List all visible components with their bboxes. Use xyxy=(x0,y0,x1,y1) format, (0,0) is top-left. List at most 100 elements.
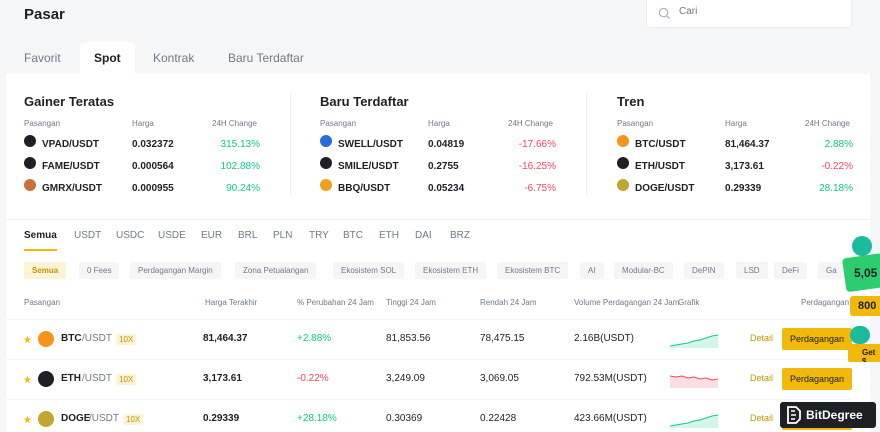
category-chip[interactable]: Ekosistem SOL xyxy=(333,262,405,279)
header-last-price[interactable]: Harga Terakhir xyxy=(205,298,257,307)
category-chip[interactable]: Zona Petualangan xyxy=(235,262,317,279)
low-price: 3,069.05 xyxy=(480,373,519,384)
favorite-star-icon[interactable]: ★ xyxy=(23,375,32,386)
favorite-star-icon[interactable]: ★ xyxy=(23,335,32,346)
tab-favorit[interactable]: Favorit xyxy=(10,42,75,74)
quote-tab-usdt[interactable]: USDT xyxy=(74,230,101,241)
change-value: -6.75% xyxy=(524,183,556,194)
price-value: 0.000955 xyxy=(132,183,174,194)
quote-tab-pln[interactable]: PLN xyxy=(273,230,292,241)
high-price: 0.30369 xyxy=(386,413,423,424)
section-header: Pasangan Harga 24H Change xyxy=(617,119,877,131)
tab-spot[interactable]: Spot xyxy=(80,42,135,74)
table-row[interactable]: ★ BTC/USDT 10X 81,464.37 +2.88% 81,853.56 78,4… xyxy=(6,319,852,359)
leverage-badge: 10X xyxy=(123,414,144,425)
trade-button[interactable]: Perdagangan xyxy=(782,368,852,390)
watermark-text: BitDegree xyxy=(806,408,863,422)
pair-label: SMILE/USDT xyxy=(338,161,399,172)
column-label-change: 24H Change xyxy=(508,119,553,128)
change-value: 315.13% xyxy=(220,139,260,150)
header-chart: Grafik xyxy=(678,298,700,307)
market-row[interactable]: DOGE/USDT 0.29339 28.18% xyxy=(617,179,877,201)
column-label-pair: Pasangan xyxy=(320,119,357,128)
high-price: 3,249.09 xyxy=(386,373,425,384)
change-value: 2.88% xyxy=(824,139,853,150)
detail-link[interactable]: Detail xyxy=(750,333,773,343)
price-value: 0.000564 xyxy=(132,161,174,172)
change-value: -0.22% xyxy=(821,161,853,172)
base-symbol: ETH xyxy=(61,373,81,384)
change-value: 28.18% xyxy=(819,183,853,194)
search-box[interactable] xyxy=(646,0,852,28)
quote-tab-eth[interactable]: ETH xyxy=(379,230,399,241)
category-chip[interactable]: Ekosistem ETH xyxy=(415,262,487,279)
quote-tab-semua[interactable]: Semua xyxy=(24,230,57,251)
eth-coin-icon xyxy=(38,371,54,387)
tab-baru-terdaftar[interactable]: Baru Terdaftar xyxy=(214,42,318,74)
fame-coin-icon xyxy=(24,157,36,169)
price-value: 0.05234 xyxy=(428,183,465,194)
market-row[interactable]: GMRX/USDT 0.000955 90.24% xyxy=(24,179,284,201)
market-row[interactable]: VPAD/USDT 0.032372 315.13% xyxy=(24,135,284,157)
category-chip[interactable]: Semua xyxy=(24,262,67,279)
eth-coin-icon xyxy=(617,157,629,169)
detail-link[interactable]: Detail xyxy=(750,373,773,383)
bitdegree-logo-icon xyxy=(787,406,801,424)
market-row[interactable]: SMILE/USDT 0.2755 -16.25% xyxy=(320,157,580,179)
category-chip[interactable]: LSD xyxy=(736,262,768,279)
market-row[interactable]: FAME/USDT 0.000564 102.88% xyxy=(24,157,284,179)
header-high[interactable]: Tinggi 24 Jam xyxy=(386,298,436,307)
detail-link[interactable]: Detail xyxy=(750,413,773,423)
market-row[interactable]: BTC/USDT 81,464.37 2.88% xyxy=(617,135,877,157)
quote-tab-usdc[interactable]: USDC xyxy=(116,230,144,241)
sparkline-chart xyxy=(670,334,718,348)
header-low[interactable]: Rendah 24 Jam xyxy=(480,298,536,307)
quote-tab-brl[interactable]: BRL xyxy=(238,230,257,241)
header-pair: Pasangan xyxy=(24,298,61,307)
category-chip[interactable]: AI xyxy=(580,262,604,279)
sparkline-area xyxy=(670,376,718,388)
column-label-change: 24H Change xyxy=(805,119,850,128)
promo-banner[interactable]: 5,05 800 Get $ xyxy=(842,232,880,362)
table-row[interactable]: ★ ETH/USDT 10X 3,173.61 -0.22% 3,249.09 3,069.… xyxy=(6,359,852,399)
quote-tab-dai[interactable]: DAI xyxy=(415,230,432,241)
pair-label: BBQ/USDT xyxy=(338,183,391,194)
new-listed-section: Baru Terdaftar Pasangan Harga 24H Change SWE… xyxy=(320,94,580,201)
category-chip[interactable]: Ga xyxy=(818,262,845,279)
volume-value: 2.16B(USDT) xyxy=(574,333,635,344)
quote-symbol: /USDT xyxy=(89,413,119,424)
category-chip[interactable]: DeFi xyxy=(774,262,807,279)
last-price: 0.29339 xyxy=(203,413,240,424)
category-chip[interactable]: Ekosistem BTC xyxy=(497,262,569,279)
promo-graphic xyxy=(842,236,880,362)
quote-tab-brz[interactable]: BRZ xyxy=(450,230,470,241)
tab-kontrak[interactable]: Kontrak xyxy=(139,42,208,74)
change-value: 90.24% xyxy=(226,183,260,194)
pair-label: FAME/USDT xyxy=(42,161,100,172)
header-volume[interactable]: Volume Perdagangan 24 Jam xyxy=(574,298,679,307)
promo-cta[interactable]: Get $ xyxy=(862,348,880,362)
promo-value-2: 800 xyxy=(858,300,877,312)
category-chip[interactable]: DePIN xyxy=(684,262,724,279)
category-chip[interactable]: Perdagangan Margin xyxy=(130,262,221,279)
sparkline-chart xyxy=(670,375,718,388)
pair-label: DOGE/USDT xyxy=(635,183,695,194)
market-row[interactable]: ETH/USDT 3,173.61 -0.22% xyxy=(617,157,877,179)
category-chip[interactable]: Modular-BC xyxy=(614,262,673,279)
favorite-star-icon[interactable]: ★ xyxy=(23,415,32,426)
search-input[interactable] xyxy=(679,6,839,17)
quote-tab-eur[interactable]: EUR xyxy=(201,230,222,241)
change-percent: +2.88% xyxy=(297,333,332,344)
quote-tab-try[interactable]: TRY xyxy=(309,230,329,241)
market-row[interactable]: SWELL/USDT 0.04819 -17.66% xyxy=(320,135,580,157)
search-icon xyxy=(658,7,671,20)
header-change[interactable]: % Perubahan 24 Jam xyxy=(297,298,374,307)
divider xyxy=(586,94,587,194)
price-value: 0.2755 xyxy=(428,161,459,172)
category-chip[interactable]: 0 Fees xyxy=(79,262,120,279)
quote-tab-usde[interactable]: USDE xyxy=(158,230,186,241)
table-row[interactable]: ★ DOGE/USDT 10X 0.29339 +28.18% 0.30369 0.2242… xyxy=(6,399,852,432)
pair-label: GMRX/USDT xyxy=(42,183,102,194)
market-row[interactable]: BBQ/USDT 0.05234 -6.75% xyxy=(320,179,580,201)
quote-tab-btc[interactable]: BTC xyxy=(343,230,363,241)
